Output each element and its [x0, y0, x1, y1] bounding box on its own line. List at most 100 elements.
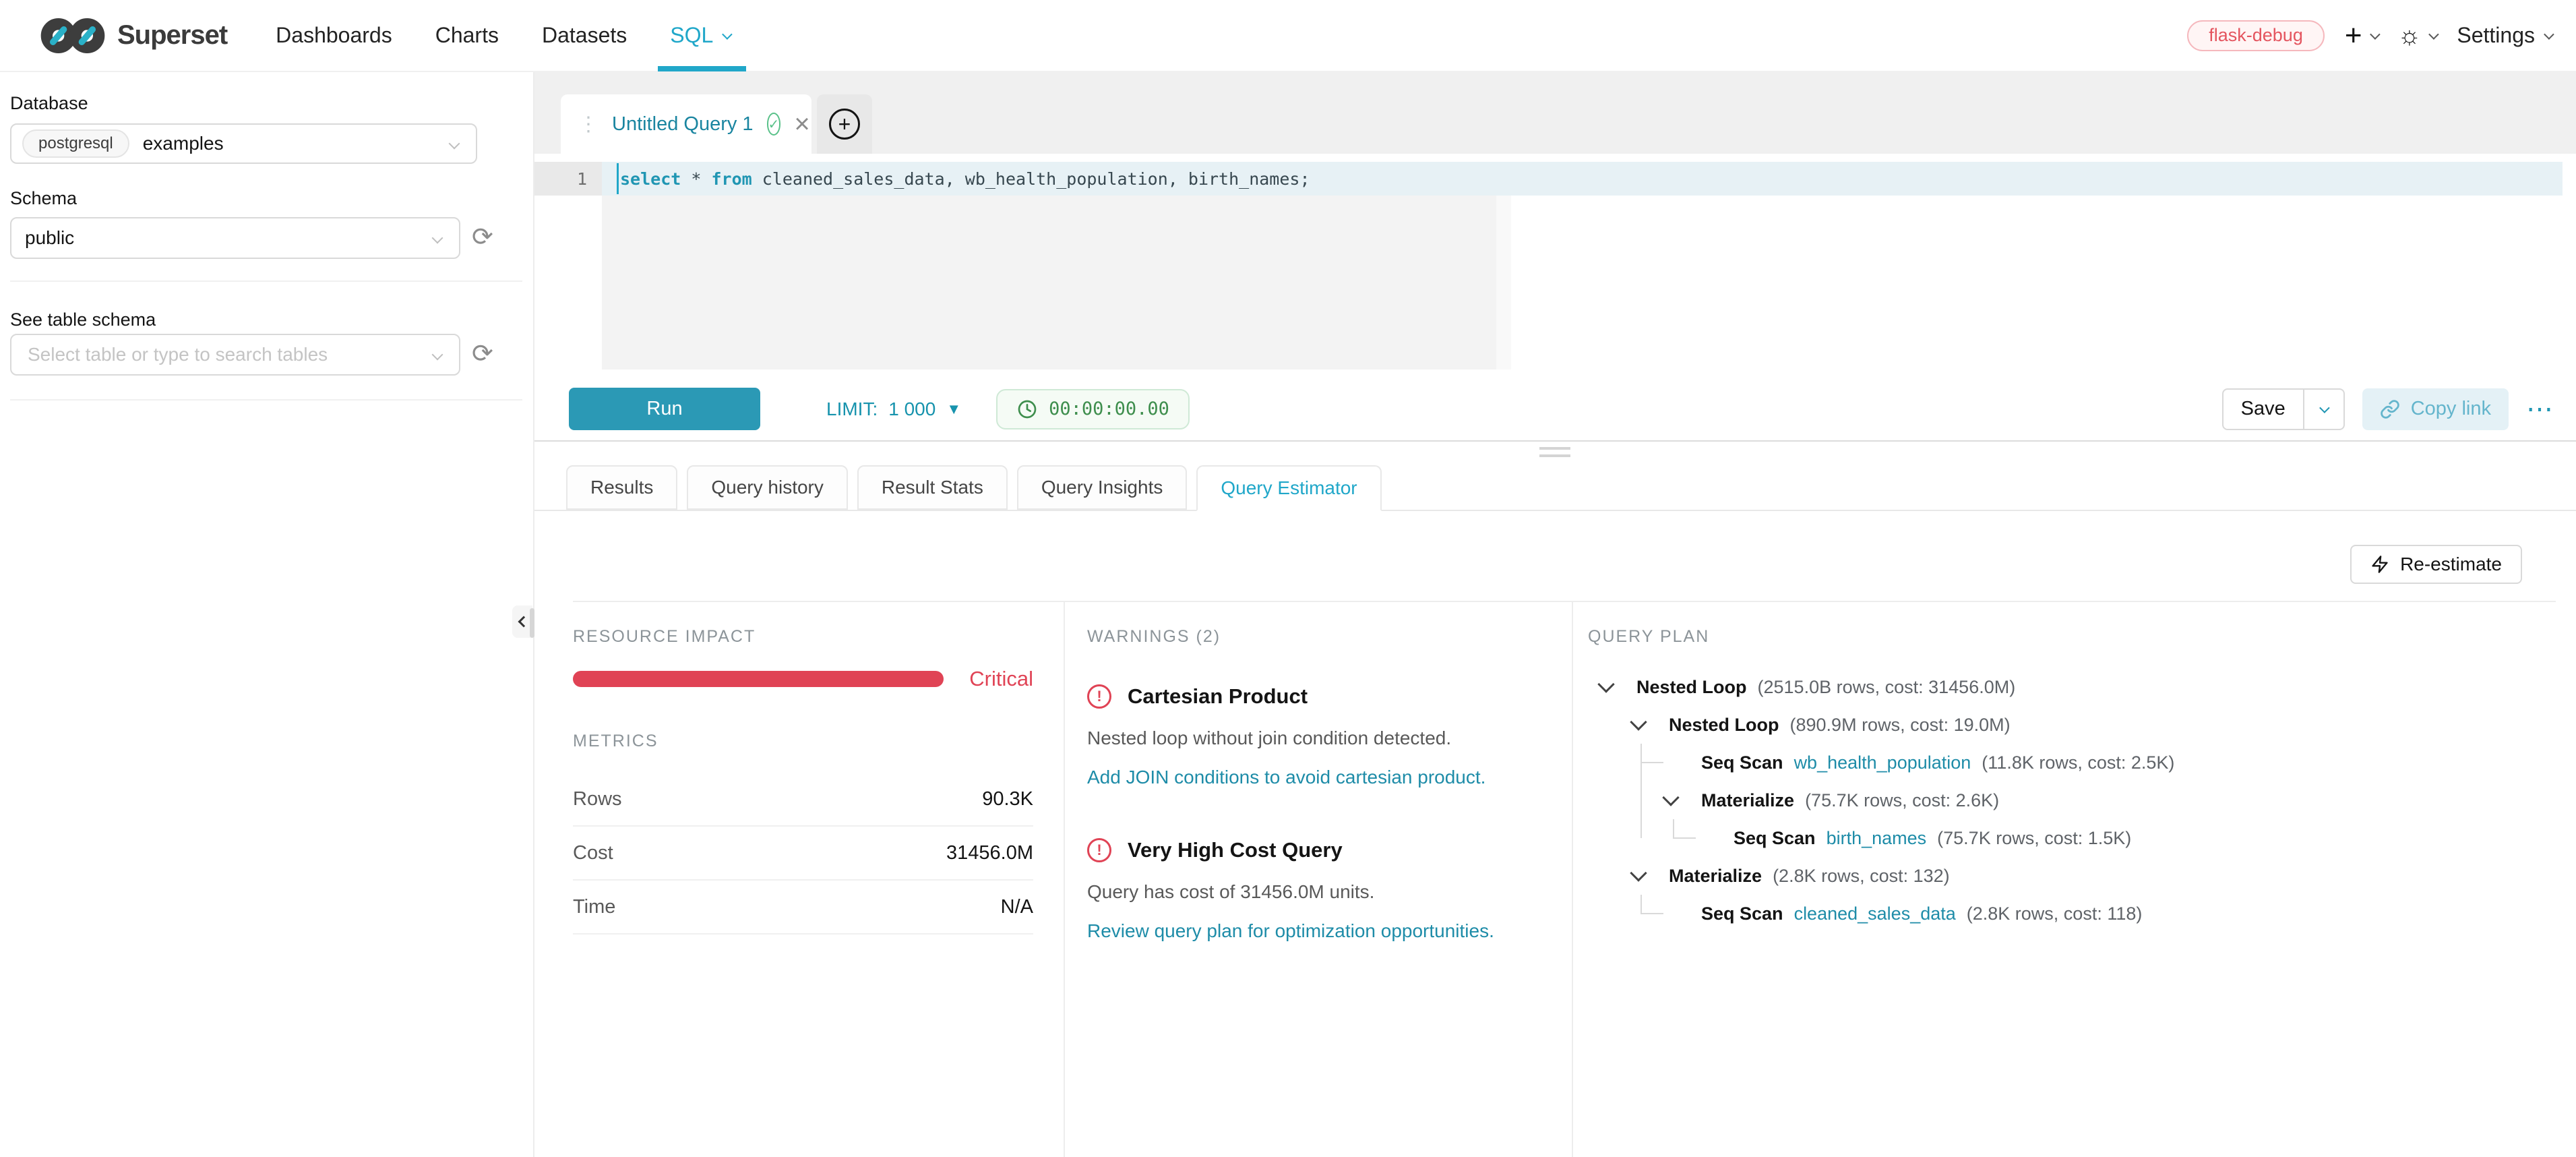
- metric-row-cost: Cost 31456.0M: [573, 827, 1033, 881]
- plan-table-link[interactable]: cleaned_sales_data: [1794, 903, 1956, 924]
- sql-lab-sidebar: Database postgresql examples Schema publ…: [0, 72, 534, 1157]
- toolbar-right: Save Copy link ⋯: [2222, 388, 2553, 430]
- query-timer: 00:00:00.00: [996, 389, 1190, 429]
- sql-editor[interactable]: 1 select * from cleaned_sales_data, wb_h…: [534, 154, 2576, 378]
- sidebar-divider: [10, 399, 522, 400]
- table-select[interactable]: Select table or type to search tables: [10, 334, 460, 376]
- new-item-menu[interactable]: +: [2345, 21, 2378, 51]
- add-query-tab-button[interactable]: +: [817, 94, 872, 154]
- warning-icon: !: [1087, 684, 1111, 709]
- metric-row-rows: Rows 90.3K: [573, 773, 1033, 827]
- plan-node-seq-scan-wb-health-population: Seq Scan wb_health_population (11.8K row…: [1588, 744, 2556, 781]
- copy-link-button[interactable]: Copy link: [2362, 388, 2509, 430]
- brand-name: Superset: [117, 20, 227, 51]
- chevron-down-icon[interactable]: [1662, 789, 1679, 806]
- reestimate-button[interactable]: Re-estimate: [2350, 545, 2522, 584]
- plan-node-materialize-2: Materialize (2.8K rows, cost: 132): [1588, 857, 2556, 895]
- save-split-button: Save: [2222, 388, 2345, 430]
- superset-logo-icon: [40, 16, 105, 56]
- tab-results[interactable]: Results: [566, 465, 677, 510]
- resource-impact-heading: RESOURCE IMPACT: [573, 627, 1033, 647]
- plan-detail: (2.8K rows, cost: 118): [1967, 903, 2143, 924]
- metric-row-time: Time N/A: [573, 881, 1033, 934]
- save-button[interactable]: Save: [2224, 390, 2303, 429]
- sql-keyword: select: [620, 169, 681, 189]
- plan-detail: (75.7K rows, cost: 1.5K): [1937, 828, 2131, 849]
- close-tab-icon[interactable]: ×: [794, 111, 809, 138]
- plan-node-seq-scan-cleaned-sales-data: Seq Scan cleaned_sales_data (2.8K rows, …: [1588, 895, 2556, 932]
- tab-query-insights[interactable]: Query Insights: [1017, 465, 1188, 510]
- database-select[interactable]: postgresql examples: [10, 123, 477, 164]
- settings-menu[interactable]: Settings: [2457, 23, 2552, 48]
- chevron-down-icon[interactable]: [1597, 676, 1614, 692]
- refresh-schemas-icon[interactable]: ⟳: [472, 222, 493, 252]
- limit-label: LIMIT:: [826, 398, 878, 420]
- reestimate-label: Re-estimate: [2400, 554, 2502, 575]
- tree-branch-end-icon: [1640, 895, 1701, 932]
- impact-level: Critical: [969, 667, 1033, 691]
- top-navbar: Superset Dashboards Charts Datasets SQL …: [0, 0, 2576, 72]
- editor-background[interactable]: [602, 196, 1496, 369]
- schema-select[interactable]: public: [10, 217, 460, 259]
- save-options-button[interactable]: [2303, 390, 2343, 429]
- sql-keyword: from: [711, 169, 752, 189]
- query-tab-strip: ⋮ Untitled Query 1 ✓ × +: [534, 72, 2576, 154]
- chevron-down-icon: [449, 138, 460, 150]
- plus-icon: +: [2345, 21, 2362, 51]
- metrics-heading: METRICS: [573, 732, 1033, 751]
- refresh-tables-icon[interactable]: ⟳: [472, 338, 493, 369]
- warnings-column: WARNINGS (2) ! Cartesian Product Nested …: [1064, 602, 1572, 1157]
- drag-handle-icon[interactable]: ⋮: [578, 113, 599, 136]
- superset-logo[interactable]: Superset: [40, 16, 227, 56]
- editor-toolbar: Run LIMIT: 1 000 ▼ 00:00:00.00 Save: [534, 378, 2576, 440]
- nav-sql[interactable]: SQL: [670, 0, 730, 71]
- theme-menu[interactable]: ☼: [2398, 23, 2437, 49]
- query-plan-tree: Nested Loop (2515.0B rows, cost: 31456.0…: [1588, 668, 2556, 932]
- more-actions-icon[interactable]: ⋯: [2526, 403, 2553, 416]
- plan-op: Nested Loop: [1669, 715, 1779, 736]
- sun-icon: ☼: [2398, 23, 2422, 49]
- query-estimator-panel: Re-estimate RESOURCE IMPACT Critical MET…: [534, 510, 2576, 1157]
- chevron-down-icon: [2544, 29, 2554, 40]
- plan-node-nested-loop-root: Nested Loop (2515.0B rows, cost: 31456.0…: [1588, 668, 2556, 706]
- lightning-bolt-icon: [2370, 555, 2389, 574]
- query-tab-title: Untitled Query 1: [612, 113, 754, 136]
- warning-suggestion-link[interactable]: Add JOIN conditions to avoid cartesian p…: [1087, 767, 1545, 788]
- pane-resize-handle[interactable]: [1539, 447, 1570, 462]
- tab-result-stats[interactable]: Result Stats: [857, 465, 1008, 510]
- chevron-down-icon[interactable]: [1630, 864, 1647, 881]
- sql-text: cleaned_sales_data, wb_health_population…: [752, 169, 1310, 189]
- run-button[interactable]: Run: [569, 388, 760, 430]
- nav-dashboards[interactable]: Dashboards: [276, 0, 392, 71]
- tab-query-history[interactable]: Query history: [687, 465, 848, 510]
- plan-detail: (11.8K rows, cost: 2.5K): [1982, 752, 2174, 773]
- navbar-right: flask-debug + ☼ Settings: [2187, 20, 2552, 51]
- nav-datasets[interactable]: Datasets: [542, 0, 627, 71]
- clock-icon: [1016, 398, 1038, 420]
- chevron-left-icon: [518, 616, 530, 628]
- warning-description: Nested loop without join condition detec…: [1087, 728, 1545, 749]
- estimator-columns: RESOURCE IMPACT Critical METRICS Rows 90…: [573, 601, 2556, 1157]
- results-tab-bar: Results Query history Result Stats Query…: [566, 465, 1382, 511]
- limit-value: 1 000: [888, 398, 936, 420]
- sql-lab-main: ⋮ Untitled Query 1 ✓ × + 1 select * from…: [534, 72, 2576, 1157]
- nav-charts[interactable]: Charts: [435, 0, 499, 71]
- query-plan-column: QUERY PLAN Nested Loop (2515.0B rows, co…: [1572, 602, 2556, 1157]
- tab-query-estimator[interactable]: Query Estimator: [1196, 465, 1381, 511]
- limit-dropdown[interactable]: LIMIT: 1 000 ▼: [826, 398, 961, 420]
- sidebar-divider: [10, 280, 522, 282]
- sql-code-line[interactable]: select * from cleaned_sales_data, wb_hea…: [602, 162, 2563, 196]
- plan-table-link[interactable]: birth_names: [1827, 828, 1927, 849]
- query-tab-untitled-query-1[interactable]: ⋮ Untitled Query 1 ✓ ×: [561, 94, 811, 154]
- scrollbar-thumb[interactable]: [530, 608, 534, 638]
- warning-description: Query has cost of 31456.0M units.: [1087, 881, 1545, 903]
- plan-table-link[interactable]: wb_health_population: [1794, 752, 1971, 773]
- active-nav-underline: [658, 66, 746, 71]
- warning-suggestion-link[interactable]: Review query plan for optimization oppor…: [1087, 920, 1545, 942]
- impact-bar: [573, 671, 944, 687]
- impact-gauge: Critical: [573, 667, 1033, 691]
- sql-editor-active-line: 1 select * from cleaned_sales_data, wb_h…: [534, 162, 2563, 196]
- warning-title: Very High Cost Query: [1128, 838, 1343, 862]
- chevron-down-icon[interactable]: [1630, 713, 1647, 730]
- plan-node-seq-scan-birth-names: Seq Scan birth_names (75.7K rows, cost: …: [1588, 819, 2556, 857]
